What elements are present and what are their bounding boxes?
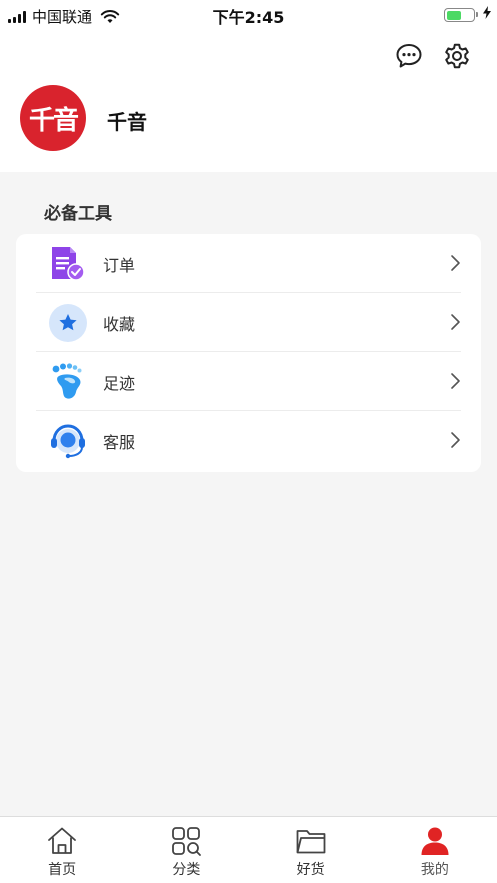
- category-icon: [172, 827, 202, 856]
- username[interactable]: 千音: [107, 106, 147, 135]
- folder-icon: [296, 830, 326, 854]
- message-icon[interactable]: [395, 42, 423, 70]
- chevron-right-icon: [451, 255, 460, 271]
- tool-item-order[interactable]: 订单: [36, 234, 461, 293]
- tool-label-order: 订单: [103, 255, 136, 275]
- star-icon: [48, 303, 88, 343]
- tab-category[interactable]: 分类: [124, 817, 248, 883]
- battery-icon: [444, 8, 478, 22]
- tab-label-mine: 我的: [420, 862, 449, 878]
- chevron-right-icon: [451, 314, 460, 330]
- chevron-right-icon: [451, 373, 460, 389]
- status-bar: 中国联通 下午2:45: [0, 0, 497, 30]
- status-time: 下午2:45: [212, 8, 285, 27]
- headset-icon: [48, 421, 88, 461]
- tool-label-favorites: 收藏: [103, 314, 136, 334]
- tab-label-goods: 好货: [296, 862, 325, 878]
- tool-label-customer-service: 客服: [103, 432, 136, 452]
- footprint-icon: [48, 362, 88, 402]
- header-actions: [395, 42, 471, 70]
- tab-label-category: 分类: [172, 862, 201, 878]
- section-title: 必备工具: [44, 204, 112, 224]
- user-icon: [421, 827, 449, 855]
- tab-label-home: 首页: [48, 862, 77, 878]
- avatar[interactable]: 千音: [20, 85, 86, 151]
- charging-icon: [483, 6, 491, 23]
- tool-item-favorites[interactable]: 收藏: [36, 293, 461, 352]
- tab-mine[interactable]: 我的: [373, 817, 497, 883]
- tool-label-footprints: 足迹: [103, 373, 136, 393]
- settings-icon[interactable]: [443, 42, 471, 70]
- home-icon: [48, 827, 77, 854]
- profile-header: 千音 千音: [0, 30, 497, 172]
- chevron-right-icon: [451, 432, 460, 448]
- tool-item-customer-service[interactable]: 客服: [36, 411, 461, 470]
- battery-fill: [446, 10, 461, 20]
- tool-item-footprints[interactable]: 足迹: [36, 352, 461, 411]
- tab-goods[interactable]: 好货: [249, 817, 373, 883]
- tab-home[interactable]: 首页: [0, 817, 124, 883]
- tools-card: 订单 收藏 足迹 客服: [16, 234, 481, 472]
- tab-bar: 首页 分类 好货 我的: [0, 816, 497, 883]
- order-icon: [48, 244, 88, 284]
